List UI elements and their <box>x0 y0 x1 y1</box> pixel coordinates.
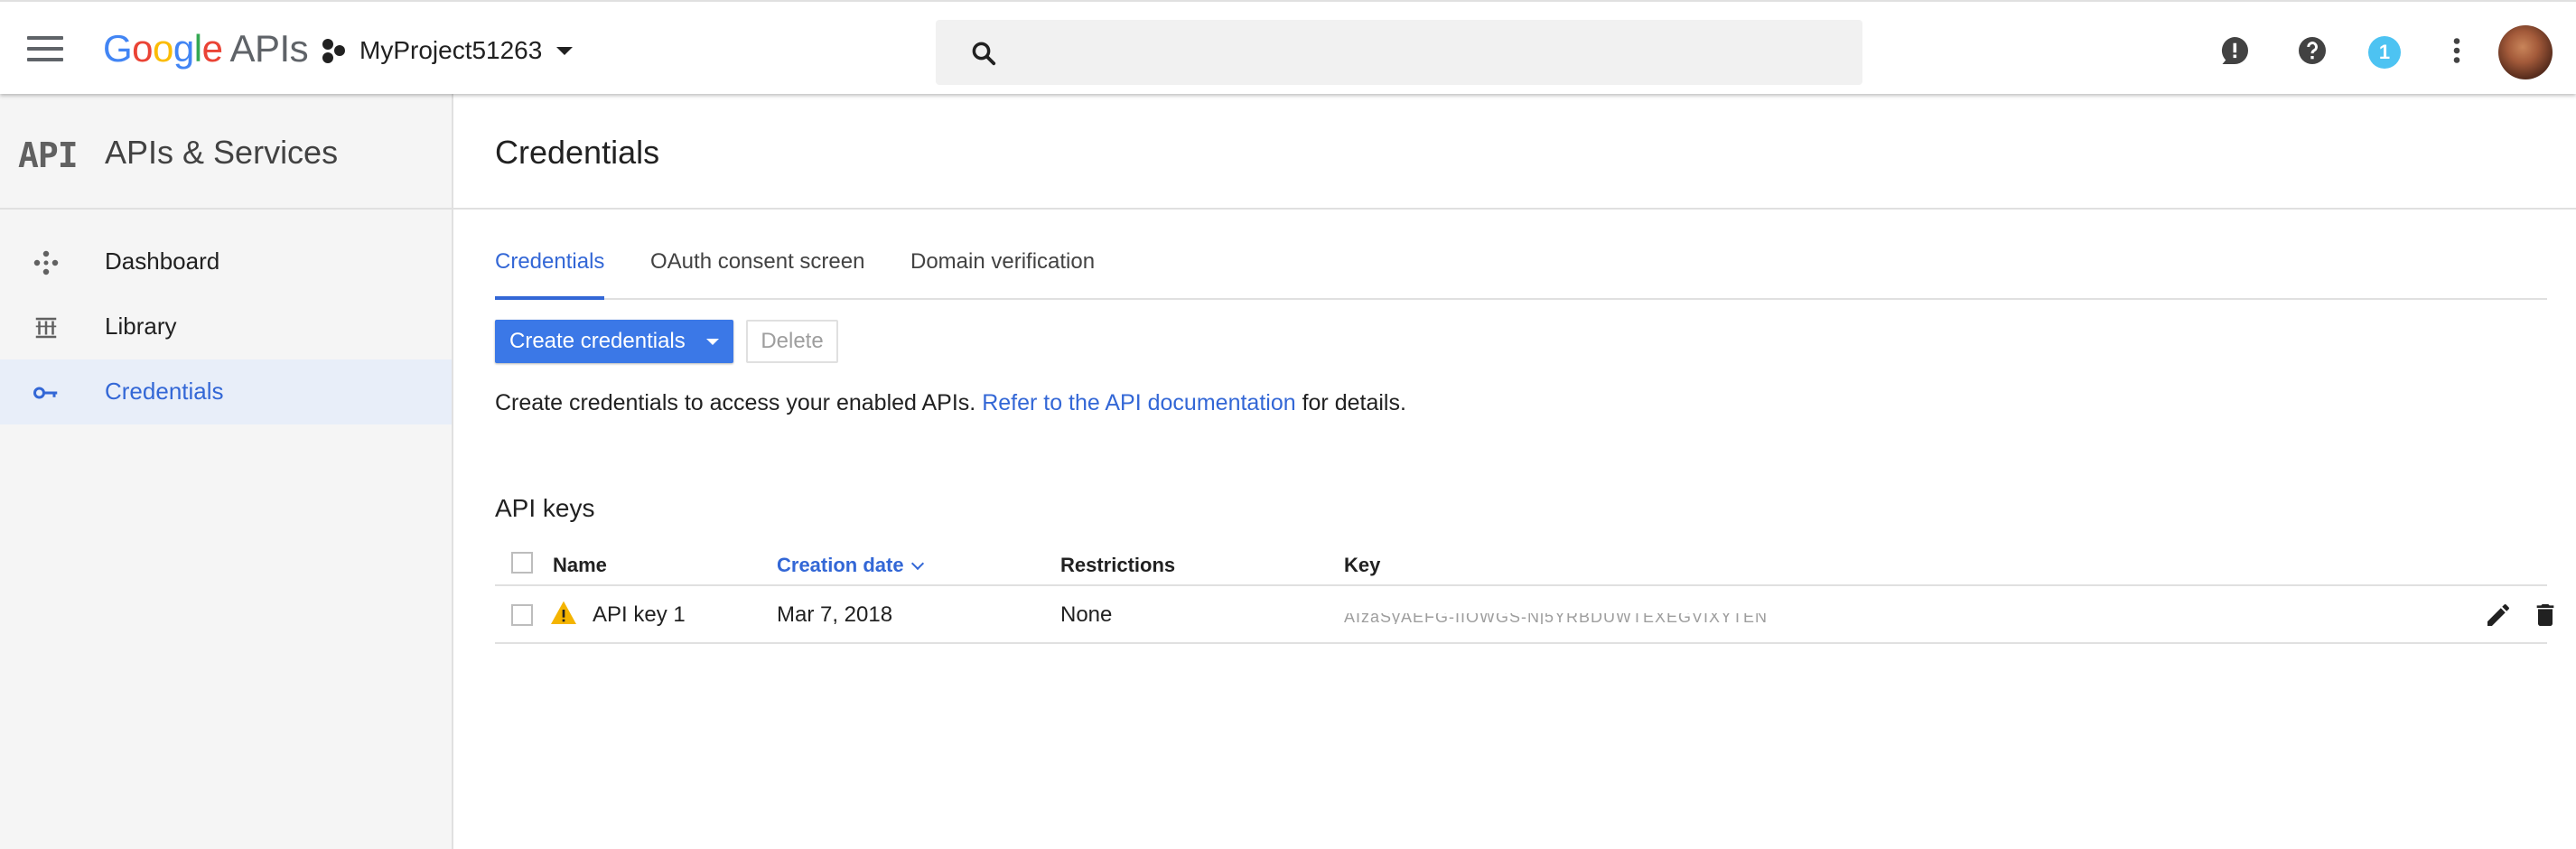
row-checkbox[interactable] <box>511 604 533 626</box>
delete-icon[interactable] <box>2531 601 2560 630</box>
chevron-down-icon <box>556 46 574 55</box>
description-suffix: for details. <box>1295 390 1406 415</box>
tab-credentials[interactable]: Credentials <box>495 238 605 300</box>
logo-suffix: APIs <box>229 27 309 70</box>
library-icon <box>35 317 57 339</box>
search-bar[interactable] <box>936 20 1862 85</box>
project-name: MyProject51263 <box>359 36 543 64</box>
delete-button[interactable]: Delete <box>746 320 838 363</box>
menu-icon[interactable] <box>27 36 63 63</box>
sidebar-title: APIs & Services <box>105 134 339 171</box>
top-app-bar: Google APIs MyProject51263 1 <box>0 0 2576 94</box>
page-title: Credentials <box>495 134 660 171</box>
google-apis-logo[interactable]: Google APIs <box>103 27 309 70</box>
section-title-api-keys: API keys <box>495 494 595 522</box>
column-header-restrictions[interactable]: Restrictions <box>1060 554 1175 577</box>
dashboard-icon <box>33 250 59 275</box>
tab-domain-verification[interactable]: Domain verification <box>910 238 1095 300</box>
project-icon <box>322 39 345 63</box>
sidebar-item-label: Library <box>105 313 177 340</box>
column-header-label: Creation date <box>777 554 904 576</box>
description-text: Create credentials to access your enable… <box>495 390 2547 416</box>
sidebar-item-credentials[interactable]: Credentials <box>0 359 452 424</box>
help-icon[interactable] <box>2296 34 2329 67</box>
sidebar-item-library[interactable]: Library <box>0 294 452 359</box>
warning-icon[interactable] <box>549 599 578 628</box>
main-header: Credentials <box>453 94 2576 210</box>
sort-descending-icon <box>910 556 924 571</box>
table-row: API key 1 Mar 7, 2018 None AIzaSyAEFG-II… <box>495 586 2554 644</box>
search-icon <box>972 42 996 66</box>
notifications-badge[interactable]: 1 <box>2368 36 2401 69</box>
table-header: Name Creation date Restrictions Key <box>495 541 2547 586</box>
dropdown-arrow-icon <box>706 339 719 345</box>
api-key-name-link[interactable]: API key 1 <box>593 602 686 628</box>
restrictions-cell: None <box>1060 602 1113 627</box>
sidebar-item-dashboard[interactable]: Dashboard <box>0 229 452 294</box>
sidebar: API APIs & Services Dashboard Library Cr… <box>0 94 453 849</box>
create-credentials-label: Create credentials <box>509 329 686 353</box>
tab-oauth-consent-screen[interactable]: OAuth consent screen <box>650 238 864 300</box>
main-content: Credentials Credentials OAuth consent sc… <box>453 94 2576 849</box>
sidebar-nav: Dashboard Library Credentials <box>0 229 452 424</box>
api-keys-table: Name Creation date Restrictions Key API … <box>495 541 2554 644</box>
avatar[interactable] <box>2498 25 2553 79</box>
tab-bar: Credentials OAuth consent screen Domain … <box>495 238 2547 300</box>
creation-date-cell: Mar 7, 2018 <box>777 602 893 627</box>
column-header-key[interactable]: Key <box>1344 554 1380 577</box>
more-vert-icon[interactable] <box>2441 34 2473 67</box>
column-header-name[interactable]: Name <box>553 554 607 577</box>
feedback-icon[interactable] <box>2218 34 2251 67</box>
sidebar-header: API APIs & Services <box>0 94 452 210</box>
key-icon <box>33 387 58 399</box>
sidebar-item-label: Dashboard <box>105 247 220 275</box>
edit-icon[interactable] <box>2484 601 2513 630</box>
create-credentials-button[interactable]: Create credentials <box>495 320 733 363</box>
column-header-creation-date[interactable]: Creation date <box>777 554 924 577</box>
content-area: Credentials OAuth consent screen Domain … <box>495 210 2554 644</box>
api-documentation-link[interactable]: Refer to the API documentation <box>982 390 1295 415</box>
action-bar: Create credentials Delete <box>495 320 2547 363</box>
api-key-value[interactable]: AIzaSyAEFG-IIOWGS-Nj5YRBDUWTEXEGVIXYTEN <box>1344 613 1768 624</box>
search-input[interactable] <box>1017 31 1830 74</box>
api-logo-icon: API <box>18 135 79 175</box>
project-selector[interactable]: MyProject51263 <box>320 33 574 69</box>
sidebar-item-label: Credentials <box>105 378 224 405</box>
description-prefix: Create credentials to access your enable… <box>495 390 983 415</box>
select-all-checkbox[interactable] <box>511 552 533 574</box>
